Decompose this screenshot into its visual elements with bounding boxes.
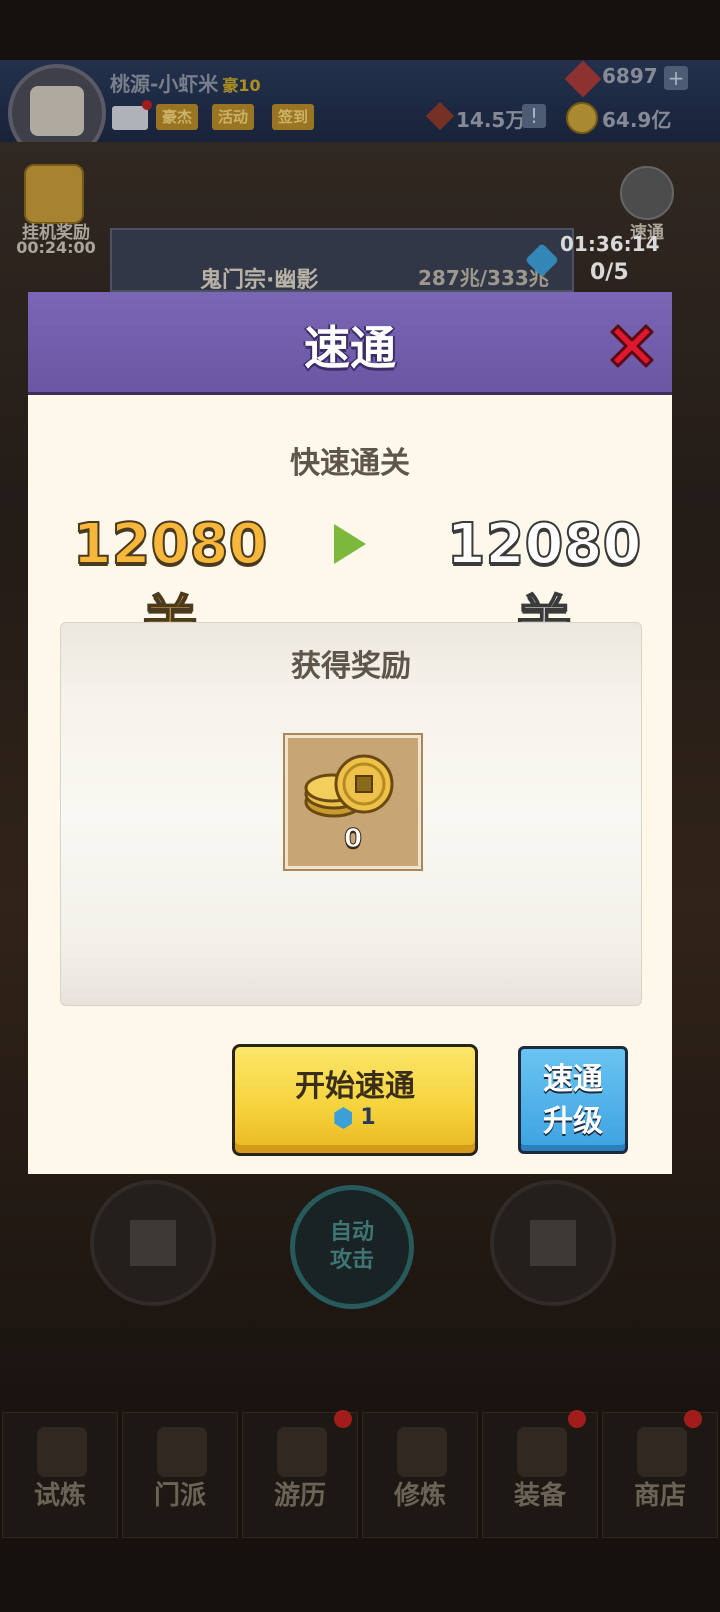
start-button-label: 开始速通 bbox=[295, 1069, 415, 1104]
upgrade-label-line2: 升级 bbox=[543, 1104, 603, 1139]
close-icon bbox=[610, 324, 654, 368]
upgrade-button-label: 速通 升级 bbox=[521, 1059, 625, 1143]
copper-coins-icon bbox=[304, 754, 394, 818]
dialog-title: 速通 bbox=[304, 321, 396, 375]
reward-panel: 获得奖励 0 bbox=[60, 622, 642, 1006]
dialog-subtitle: 快速通关 bbox=[290, 446, 410, 481]
reward-count: 0 bbox=[343, 824, 363, 855]
arrow-right-icon bbox=[334, 524, 366, 564]
upgrade-label-line1: 速通 bbox=[543, 1062, 603, 1097]
reward-title: 获得奖励 bbox=[291, 649, 411, 684]
start-button-cost: 1 bbox=[235, 1105, 475, 1130]
cost-value: 1 bbox=[360, 1105, 376, 1130]
blue-gem-icon bbox=[334, 1107, 353, 1129]
upgrade-quick-pass-button[interactable]: 速通 升级 bbox=[518, 1046, 628, 1154]
quick-pass-dialog: 速通 快速通关 12080关 12080关 获得奖励 0 开始速通 1 bbox=[28, 292, 672, 1174]
start-quick-pass-button[interactable]: 开始速通 1 bbox=[232, 1044, 478, 1156]
reward-item-coins[interactable]: 0 bbox=[285, 735, 421, 869]
dialog-header: 速通 bbox=[28, 292, 672, 395]
close-button[interactable] bbox=[604, 318, 660, 374]
